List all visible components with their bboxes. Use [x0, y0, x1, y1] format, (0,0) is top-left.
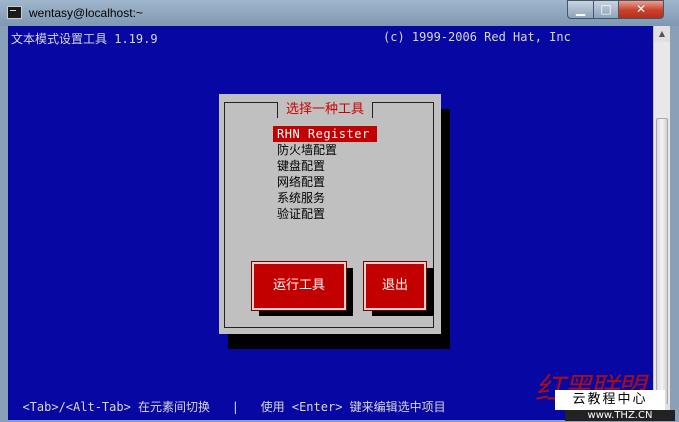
list-item-authentication[interactable]: 验证配置 [273, 206, 377, 222]
list-item-keyboard[interactable]: 键盘配置 [273, 158, 377, 174]
watermark-url: www.THZ.CN [565, 410, 675, 421]
list-item-rhn-register[interactable]: RHN Register [273, 126, 377, 142]
minimize-button[interactable]: ▁ [567, 0, 594, 19]
window-title: wentasy@localhost:~ [29, 6, 143, 20]
list-item-firewall[interactable]: 防火墙配置 [273, 142, 377, 158]
quit-button[interactable]: 退出 [363, 261, 427, 311]
list-item-services[interactable]: 系统服务 [273, 190, 377, 206]
close-button[interactable]: ✕ [618, 0, 664, 19]
title-bar[interactable]: wentasy@localhost:~ ▁ □ ✕ [0, 0, 679, 26]
list-item-network[interactable]: 网络配置 [273, 174, 377, 190]
run-tool-button[interactable]: 运行工具 [251, 261, 347, 311]
terminal-icon [7, 6, 22, 19]
watermark: 红黑联盟 云教程中心 www.THZ.CN [535, 370, 679, 422]
copyright: (c) 1999-2006 Red Hat, Inc [383, 30, 571, 44]
dialog-title: 选择一种工具 [277, 102, 374, 118]
run-tool-label: 运行工具 [272, 278, 325, 293]
app-header: 文本模式设置工具 1.19.9 [11, 32, 158, 46]
tool-select-dialog: 选择一种工具 RHN Register 防火墙配置 键盘配置 网络配置 系统服务… [219, 94, 441, 334]
vertical-scrollbar[interactable]: ▲ ▼ [653, 26, 670, 420]
quit-label: 退出 [381, 278, 408, 293]
scrollbar-thumb[interactable] [656, 118, 668, 408]
arrow-up-icon[interactable]: ▲ [654, 26, 670, 42]
maximize-button[interactable]: □ [593, 0, 619, 19]
tool-list[interactable]: RHN Register 防火墙配置 键盘配置 网络配置 系统服务 验证配置 [273, 126, 377, 222]
terminal-screen[interactable]: 文本模式设置工具 1.19.9 (c) 1999-2006 Red Hat, I… [8, 26, 653, 420]
terminal-window: wentasy@localhost:~ ▁ □ ✕ 文本模式设置工具 1.19.… [0, 0, 679, 422]
watermark-box: 云教程中心 [555, 390, 665, 410]
